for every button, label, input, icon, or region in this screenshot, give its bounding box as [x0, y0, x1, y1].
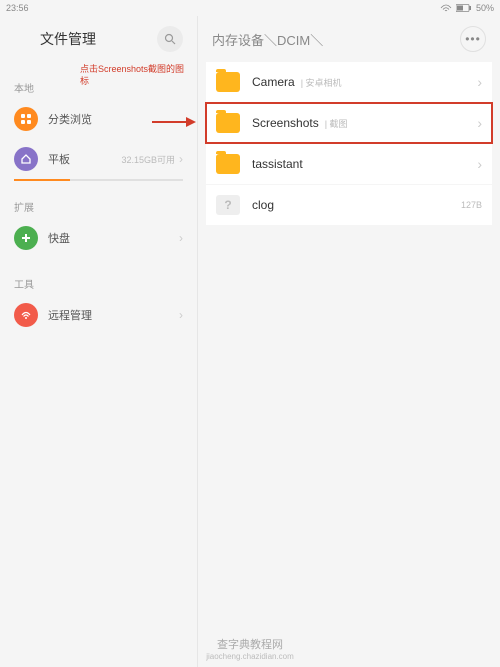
chevron-right-icon: › [179, 308, 183, 322]
file-sub: | 截图 [325, 117, 348, 130]
file-sub: | 安卓相机 [301, 76, 342, 89]
search-button[interactable] [157, 26, 183, 52]
status-battery: 50% [476, 3, 494, 13]
home-icon [14, 147, 38, 171]
folder-icon [216, 72, 240, 92]
file-row[interactable]: Camera | 安卓相机 › [206, 62, 492, 102]
annotation-arrow [152, 114, 196, 135]
file-row[interactable]: ? clog 127B [206, 185, 492, 225]
folder-icon [216, 154, 240, 174]
grid-icon [14, 107, 38, 131]
storage-meta: 32.15GB可用 [121, 153, 175, 166]
sidebar-item-label: 平板 [48, 151, 121, 167]
file-list: Camera | 安卓相机 › Screenshots | 截图 › tassistant ›… [198, 62, 500, 226]
sidebar-item-label: 远程管理 [48, 307, 175, 323]
section-extension: 扩展 [0, 181, 197, 218]
file-name: clog [252, 198, 274, 212]
chevron-right-icon: › [179, 152, 183, 166]
wifi-icon [440, 4, 452, 12]
chevron-right-icon: › [477, 156, 482, 172]
file-name: Screenshots [252, 116, 319, 130]
folder-icon [216, 113, 240, 133]
more-icon: ••• [465, 32, 481, 46]
chevron-right-icon: › [477, 115, 482, 131]
chevron-right-icon: › [179, 231, 183, 245]
file-row[interactable]: Screenshots | 截图 › [206, 103, 492, 143]
file-name: Camera [252, 75, 295, 89]
app-title: 文件管理 [40, 29, 157, 49]
breadcrumb[interactable]: 内存设备＼DCIM＼ [212, 30, 460, 49]
sidebar-item-tablet[interactable]: 平板 32.15GB可用 › [0, 139, 197, 179]
sidebar-item-label: 快盘 [48, 230, 175, 246]
sidebar-item-fastdisk[interactable]: 快盘 › [0, 218, 197, 258]
main-panel: 内存设备＼DCIM＼ ••• Camera | 安卓相机 › Screenshots |… [198, 16, 500, 667]
annotation-note: 点击Screenshots截图的图标 [80, 64, 190, 87]
plus-icon [14, 226, 38, 250]
wifi-icon [14, 303, 38, 327]
chevron-right-icon: › [477, 74, 482, 90]
battery-icon [456, 4, 472, 12]
more-button[interactable]: ••• [460, 26, 486, 52]
status-time: 23:56 [6, 3, 29, 13]
watermark: 查字典教程网 jiaocheng.chazidian.com [0, 636, 500, 661]
file-row[interactable]: tassistant › [206, 144, 492, 184]
search-icon [164, 33, 176, 45]
watermark-sub: jiaocheng.chazidian.com [0, 652, 500, 661]
sidebar: 文件管理 点击Screenshots截图的图标 本地 分类浏览 平板 32.15… [0, 16, 198, 667]
section-tools: 工具 [0, 258, 197, 295]
sidebar-item-remote[interactable]: 远程管理 › [0, 295, 197, 335]
file-meta: 127B [461, 200, 482, 210]
watermark-main: 查字典教程网 [0, 636, 500, 652]
file-icon: ? [216, 195, 240, 215]
status-right: 50% [440, 3, 494, 13]
file-name: tassistant [252, 157, 303, 171]
